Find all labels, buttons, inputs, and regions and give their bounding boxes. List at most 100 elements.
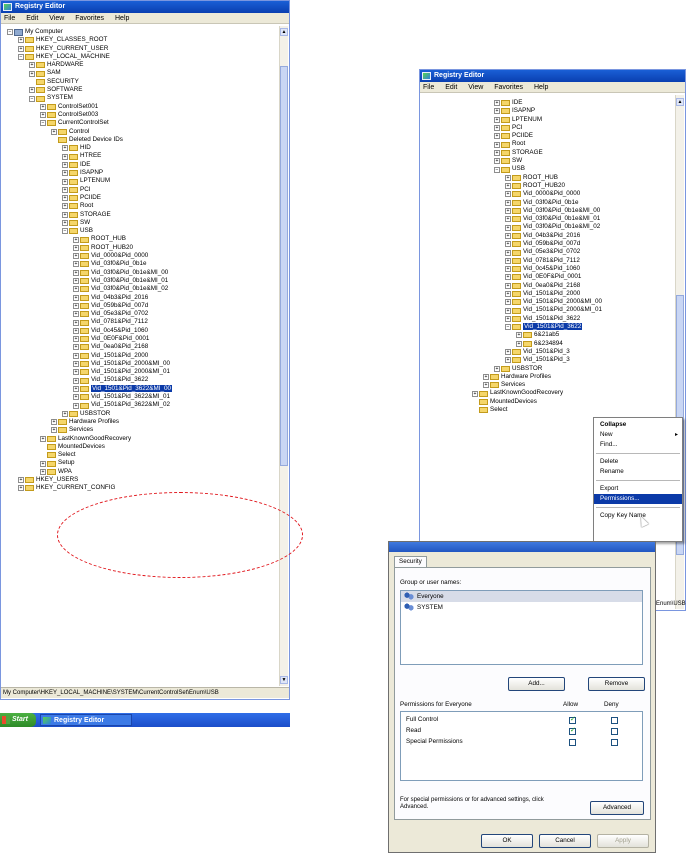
expand-icon[interactable]: + <box>73 261 79 268</box>
expand-icon[interactable]: + <box>505 357 511 364</box>
expand-icon[interactable]: + <box>73 327 79 334</box>
tree-node[interactable]: + HKEY_CURRENT_CONFIG <box>2 484 279 492</box>
context-menu-item[interactable]: Collapse <box>594 420 682 430</box>
expand-icon[interactable]: + <box>483 382 489 389</box>
context-menu-item[interactable]: Export <box>594 484 682 494</box>
menu-view[interactable]: View <box>468 84 483 91</box>
tree-node[interactable]: + Vid_1501&Pid_2000&MI_00 <box>2 360 279 368</box>
start-button[interactable]: Start <box>0 713 36 727</box>
left-title-bar[interactable]: Registry Editor <box>1 1 289 13</box>
expand-icon[interactable]: + <box>62 211 68 218</box>
tree-node[interactable]: Deleted Device IDs <box>2 136 279 144</box>
tree-node[interactable]: + IDE <box>2 161 279 169</box>
expand-icon[interactable]: + <box>51 419 57 426</box>
tree-node[interactable]: + SW <box>2 219 279 227</box>
tree-node[interactable]: + LPTENUM <box>421 116 675 124</box>
tree-node[interactable]: + USBSTOR <box>2 410 279 418</box>
dialog-title-bar[interactable] <box>389 542 655 552</box>
tree-node[interactable]: + Vid_0000&Pid_0000 <box>2 252 279 260</box>
expand-icon[interactable]: + <box>73 402 79 409</box>
expand-icon[interactable]: + <box>29 87 35 94</box>
tree-node[interactable]: + Services <box>2 426 279 434</box>
context-menu-item[interactable]: Rename <box>594 467 682 477</box>
taskbar-registry-editor[interactable]: Registry Editor <box>40 714 132 726</box>
collapse-icon[interactable]: − <box>29 95 35 102</box>
collapse-icon[interactable]: − <box>7 29 13 36</box>
scroll-up-arrow[interactable]: ▲ <box>280 28 288 36</box>
expand-icon[interactable]: + <box>505 241 511 248</box>
tree-node[interactable]: + Vid_1501&Pid_3 <box>421 348 675 356</box>
tree-node[interactable]: MountedDevices <box>421 398 675 406</box>
tree-node[interactable]: + Vid_0ea0&Pid_2168 <box>2 343 279 351</box>
context-menu-item[interactable]: New ▸ <box>594 430 682 440</box>
expand-icon[interactable]: + <box>494 158 500 165</box>
expand-icon[interactable]: + <box>505 266 511 273</box>
context-menu-item[interactable]: Delete <box>594 457 682 467</box>
menu-edit[interactable]: Edit <box>445 84 457 91</box>
expand-icon[interactable]: + <box>505 299 511 306</box>
context-menu-item[interactable]: Permissions... <box>594 494 682 504</box>
expand-icon[interactable]: + <box>73 236 79 243</box>
tree-node[interactable]: + Vid_03f0&Pid_0b1e&MI_02 <box>421 223 675 231</box>
tree-node[interactable]: + Vid_1501&Pid_2000 <box>2 352 279 360</box>
deny-checkbox[interactable] <box>611 739 618 746</box>
add-button[interactable]: Add... <box>508 677 565 691</box>
tree-node[interactable]: + ROOT_HUB <box>421 174 675 182</box>
tree-node[interactable]: − HKEY_LOCAL_MACHINE <box>2 53 279 61</box>
expand-icon[interactable]: + <box>505 174 511 181</box>
expand-icon[interactable]: + <box>505 183 511 190</box>
tree-node[interactable]: + Vid_03f0&Pid_0b1e&MI_00 <box>421 207 675 215</box>
expand-icon[interactable]: + <box>73 361 79 368</box>
tree-node[interactable]: − USB <box>421 165 675 173</box>
tree-node[interactable]: + Vid_0c45&Pid_1060 <box>2 327 279 335</box>
expand-icon[interactable]: + <box>73 336 79 343</box>
expand-icon[interactable]: + <box>73 369 79 376</box>
advanced-button[interactable]: Advanced <box>590 801 644 815</box>
expand-icon[interactable]: + <box>505 191 511 198</box>
expand-icon[interactable]: + <box>40 112 46 119</box>
tree-node[interactable]: + Root <box>2 202 279 210</box>
tree-node[interactable]: + Vid_059b&Pid_007d <box>2 302 279 310</box>
allow-checkbox[interactable] <box>569 739 576 746</box>
tree-node[interactable]: + Vid_0c45&Pid_1060 <box>421 265 675 273</box>
expand-icon[interactable]: + <box>62 170 68 177</box>
tree-node[interactable]: + Vid_1501&Pid_3 <box>421 356 675 364</box>
tree-node[interactable]: − My Computer <box>2 28 279 36</box>
tree-node[interactable]: + PCI <box>2 186 279 194</box>
menu-help[interactable]: Help <box>115 15 129 22</box>
ok-button[interactable]: OK <box>481 834 533 848</box>
tree-node[interactable]: + HKEY_USERS <box>2 476 279 484</box>
expand-icon[interactable]: + <box>505 290 511 297</box>
right-title-bar[interactable]: Registry Editor <box>420 70 685 82</box>
tree-node[interactable]: − SYSTEM <box>2 94 279 102</box>
tree-node[interactable]: + Vid_0ea0&Pid_2168 <box>421 282 675 290</box>
scroll-down-arrow[interactable]: ▼ <box>280 676 288 684</box>
expand-icon[interactable]: + <box>18 477 24 484</box>
tree-node[interactable]: + HID <box>2 144 279 152</box>
collapse-icon[interactable]: − <box>62 228 68 235</box>
expand-icon[interactable]: + <box>505 224 511 231</box>
menu-favorites[interactable]: Favorites <box>75 15 104 22</box>
tree-node[interactable]: + HKEY_CLASSES_ROOT <box>2 36 279 44</box>
tree-node[interactable]: + Control <box>2 128 279 136</box>
expand-icon[interactable]: + <box>73 394 79 401</box>
expand-icon[interactable]: + <box>40 460 46 467</box>
menu-file[interactable]: File <box>4 15 15 22</box>
tree-node[interactable]: + Vid_03f0&Pid_0b1e <box>2 260 279 268</box>
expand-icon[interactable]: + <box>494 365 500 372</box>
tree-node[interactable]: + USBSTOR <box>421 365 675 373</box>
menu-help[interactable]: Help <box>534 84 548 91</box>
expand-icon[interactable]: + <box>73 344 79 351</box>
expand-icon[interactable]: + <box>505 282 511 289</box>
tree-node[interactable]: +6&234894 <box>421 340 675 348</box>
expand-icon[interactable]: + <box>29 62 35 69</box>
expand-icon[interactable]: + <box>62 219 68 226</box>
tree-node[interactable]: + Services <box>421 381 675 389</box>
expand-icon[interactable]: + <box>483 373 489 380</box>
allow-checkbox[interactable] <box>569 715 576 724</box>
expand-icon[interactable]: + <box>62 203 68 210</box>
expand-icon[interactable]: + <box>505 274 511 281</box>
expand-icon[interactable]: + <box>505 216 511 223</box>
expand-icon[interactable]: + <box>494 116 500 123</box>
expand-icon[interactable]: + <box>505 257 511 264</box>
